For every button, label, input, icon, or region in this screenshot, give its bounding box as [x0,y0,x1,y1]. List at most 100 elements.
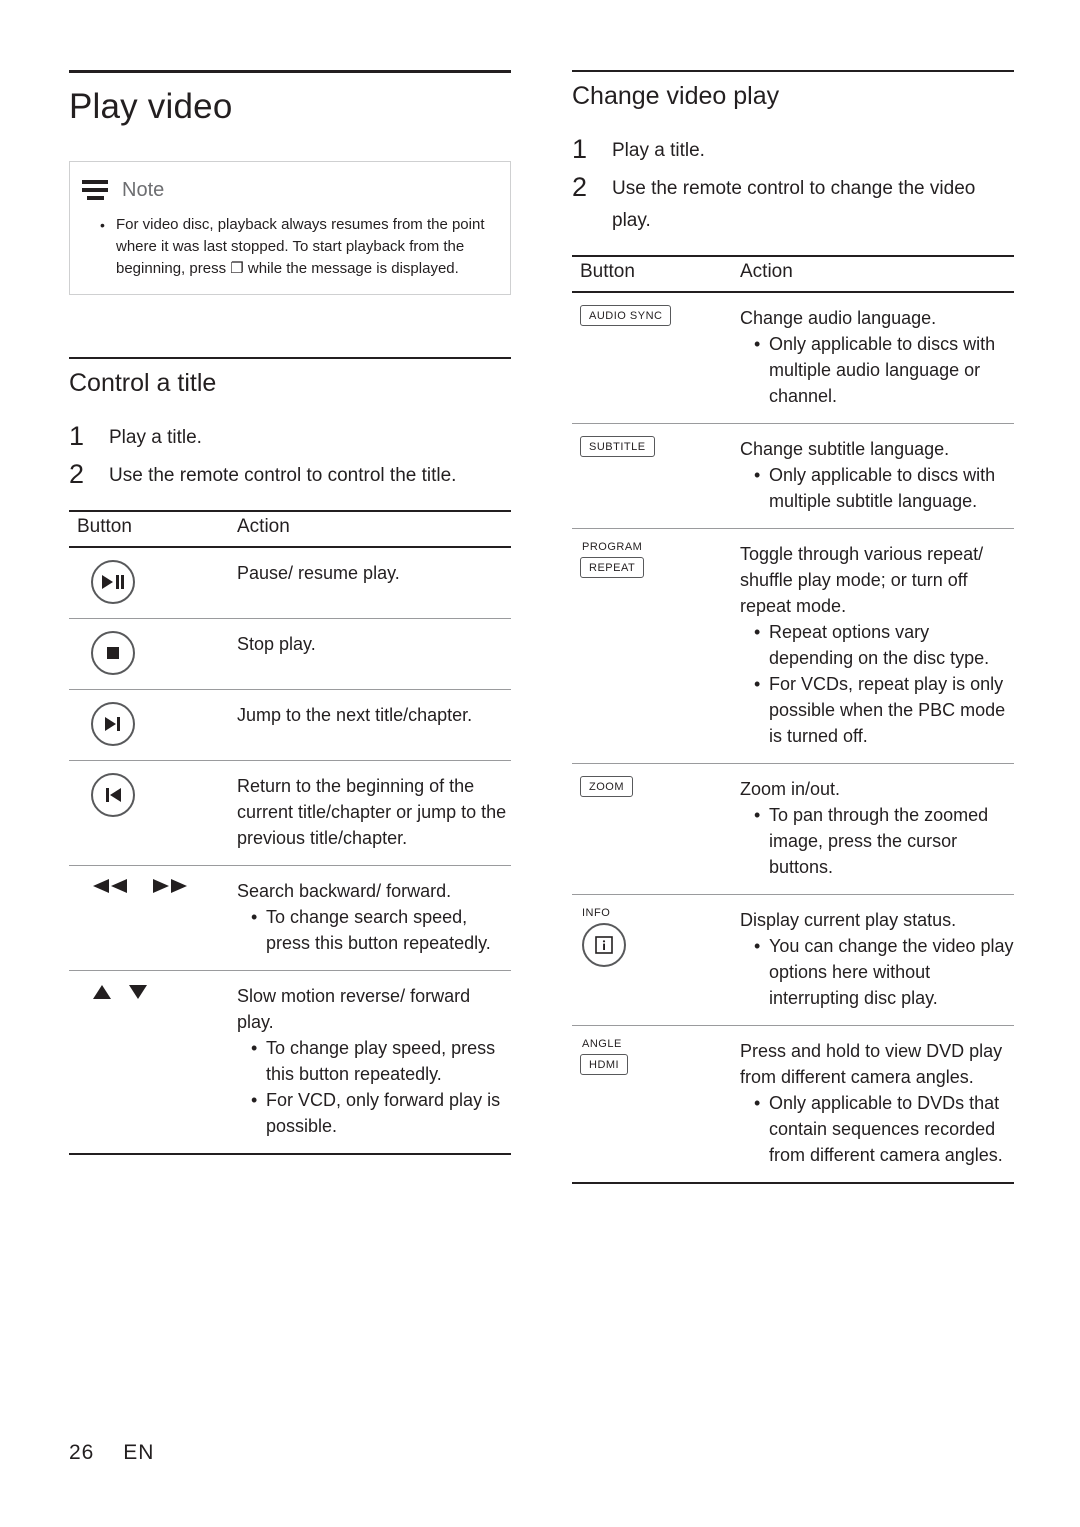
action-text: Stop play. [237,634,316,654]
action-text: Jump to the next title/chapter. [237,705,473,725]
action-subitem: • Repeat options vary depending on the d… [754,619,1014,671]
action-subitem: • For VCD, only forward play is possible… [251,1087,511,1139]
action-cell: Display current play status. • You can c… [732,894,1014,1026]
action-subitem: • To change play speed, press this butto… [251,1035,511,1087]
button-cell: ANGLE HDMI [572,1025,732,1184]
action-text: Press and hold to view DVD play from dif… [740,1041,1003,1087]
action-text: Change audio language. [740,308,937,328]
table-row: Search backward/ forward. • To change se… [69,865,511,971]
page-title: Play video [69,87,233,126]
subtitle-key: SUBTITLE [580,436,655,457]
button-cell: AUDIO SYNC [572,292,732,424]
action-subitem: • To pan through the zoomed image, press… [754,802,1014,880]
previous-track-icon [91,773,135,817]
step-text: Play a title. [109,427,202,448]
title-rule [69,70,511,73]
step-text: Use the remote control to change the vid… [612,178,976,231]
table-row: Jump to the next title/chapter. [69,689,511,761]
action-subitem: • Only applicable to discs with multiple… [754,331,1014,409]
action-cell: Change audio language. • Only applicable… [732,292,1014,424]
step-item: 1 Play a title. [572,133,1014,167]
action-cell: Stop play. [229,618,511,690]
button-cell [69,970,229,1155]
table-row: PROGRAM REPEAT Toggle through various re… [572,528,1014,764]
table-header-row: Button Action [69,510,511,548]
fast-forward-icon [153,879,187,893]
note-box: Note • For video disc, playback always r… [69,161,511,295]
play-pause-icon [91,560,135,604]
button-cell [69,689,229,761]
stop-icon [91,631,135,675]
column-header-button: Button [69,510,229,548]
button-cell: SUBTITLE [572,423,732,529]
left-column: Play video Note • For video disc, playba… [69,70,511,1155]
bullet-icon: • [754,674,761,694]
repeat-key: REPEAT [580,557,645,578]
action-cell: Toggle through various repeat/ shuffle p… [732,528,1014,764]
bullet-icon: • [754,1093,761,1113]
action-cell: Press and hold to view DVD play from dif… [732,1025,1014,1184]
action-subitem: • You can change the video play options … [754,933,1014,1011]
action-cell: Zoom in/out. • To pan through the zoomed… [732,763,1014,895]
step-text: Use the remote control to control the ti… [109,465,457,486]
action-cell: Return to the beginning of the current t… [229,760,511,866]
bullet-icon: • [754,622,761,642]
control-title-table: Button Action Pause/ resume play. Stop p… [69,510,511,1155]
bullet-icon: • [251,907,258,927]
note-item: • For video disc, playback always resume… [100,214,488,280]
button-cell [69,547,229,619]
table-row: AUDIO SYNC Change audio language. • Only… [572,292,1014,424]
down-triangle-icon [129,985,147,999]
action-text: Slow motion reverse/ forward play. [237,986,471,1032]
table-header-row: Button Action [572,255,1014,293]
note-icon [78,176,112,204]
button-cell: INFO [572,894,732,1026]
action-text: Display current play status. [740,910,957,930]
bullet-icon: • [251,1090,258,1110]
page-number: 26 [69,1441,95,1464]
action-cell: Pause/ resume play. [229,547,511,619]
page-footer: 26 EN [69,1441,154,1465]
action-text: Search backward/ forward. [237,881,452,901]
action-subitem-text: Only applicable to discs with multiple s… [769,465,996,511]
section-title-change-video-play: Change video play [572,82,780,110]
action-subitem: • To change search speed, press this but… [251,904,511,956]
section-rule [69,357,511,359]
step-item: 1 Play a title. [69,420,511,454]
audio-sync-key: AUDIO SYNC [580,305,672,326]
bullet-icon: • [100,217,105,233]
table-row: ANGLE HDMI Press and hold to view DVD pl… [572,1025,1014,1184]
table-row: ZOOM Zoom in/out. • To pan through the z… [572,763,1014,895]
note-header: Note [70,162,510,210]
column-header-action: Action [732,255,1014,293]
button-cell [69,760,229,866]
hdmi-key: HDMI [580,1054,629,1075]
info-key-group: INFO [580,907,732,967]
next-track-icon [91,702,135,746]
action-text: Return to the beginning of the current t… [237,776,507,848]
info-key-label: INFO [582,907,611,919]
right-column: Change video play 1 Play a title. 2 Use … [572,70,1014,1184]
angle-key-label: ANGLE [582,1038,622,1050]
column-header-button: Button [572,255,732,293]
step-item: 2 Use the remote control to control the … [69,458,511,492]
steps-list-left: 1 Play a title. 2 Use the remote control… [69,420,511,492]
action-text: Pause/ resume play. [237,563,400,583]
table-row: Pause/ resume play. [69,547,511,619]
language-code: EN [123,1441,155,1464]
section-title-control-a-title: Control a title [69,369,217,397]
action-subitem-text: For VCD, only forward play is possible. [266,1090,501,1136]
table-row: Slow motion reverse/ forward play. • To … [69,970,511,1155]
action-cell: Slow motion reverse/ forward play. • To … [229,970,511,1155]
zoom-key: ZOOM [580,776,633,797]
section-rule [572,70,1014,72]
action-subitem-text: To pan through the zoomed image, press t… [769,805,989,877]
bullet-icon: • [251,1038,258,1058]
action-subitem-text: Only applicable to discs with multiple a… [769,334,996,406]
column-header-action: Action [229,510,511,548]
rewind-forward-icons [77,878,229,894]
action-subitem: • For VCDs, repeat play is only possible… [754,671,1014,749]
document-page: Play video Note • For video disc, playba… [0,0,1080,1527]
action-text: Toggle through various repeat/ shuffle p… [740,544,984,616]
action-subitem-text: You can change the video play options he… [769,936,1014,1008]
